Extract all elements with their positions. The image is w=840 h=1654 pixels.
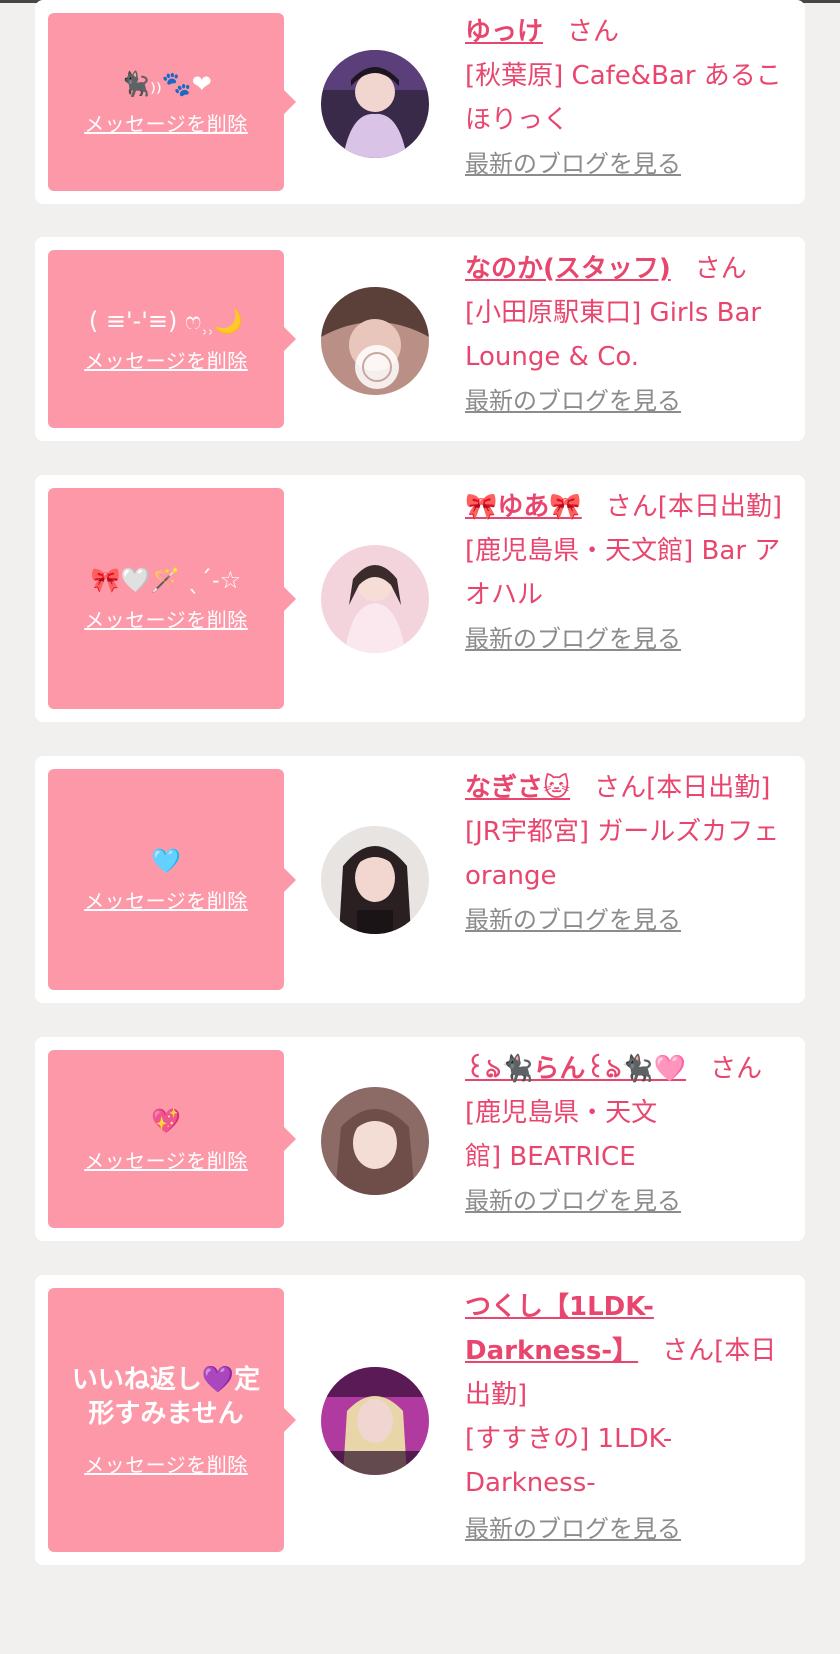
delete-message-link[interactable]: メッセージを削除 — [84, 1449, 248, 1478]
blog-link[interactable]: 最新のブログを見る — [465, 146, 795, 182]
shop-text: [小田原駅東口] Girls Bar Lounge & Co. — [465, 298, 762, 372]
entry-info: ꒰ঌ🐈‍⬛らん꒰ঌ🐈‍⬛🩷 さん [鹿児島県・天文館] BEATRICE 最新のブ… — [465, 1047, 795, 1219]
delete-message-link[interactable]: メッセージを削除 — [84, 885, 248, 914]
blog-link[interactable]: 最新のブログを見る — [465, 1183, 795, 1219]
shop-text: [すすきの] 1LDK-Darkness- — [465, 1424, 673, 1498]
avatar[interactable] — [321, 826, 429, 934]
user-name-link[interactable]: つくし【1LDK-Darkness-】 — [465, 1292, 654, 1366]
message-text: いいね返し💜定形すみません — [71, 1364, 261, 1429]
entry-info: 🎀ゆあ🎀 さん[本日出勤] [鹿児島県・天文館] Bar アオハル 最新のブログを… — [465, 485, 795, 657]
blog-link[interactable]: 最新のブログを見る — [465, 383, 795, 419]
shop-text: [鹿児島県・天文館] BEATRICE — [465, 1098, 658, 1172]
entry-info: なのか(スタッフ) さん [小田原駅東口] Girls Bar Lounge & … — [465, 247, 795, 419]
message-card: 💖 メッセージを削除 ꒰ঌ🐈‍⬛らん꒰ঌ🐈‍⬛🩷 さん [鹿児島県・天文館] BE… — [35, 1037, 805, 1241]
user-name-link[interactable]: ꒰ঌ🐈‍⬛らん꒰ঌ🐈‍⬛🩷 — [465, 1054, 686, 1084]
user-name-link[interactable]: 🎀ゆあ🎀 — [465, 492, 582, 522]
message-card: 🩵 メッセージを削除 なぎさ🐱 さん[本日出勤] [JR宇都宮] ガールズカフェ … — [35, 756, 805, 1003]
entry-info: なぎさ🐱 さん[本日出勤] [JR宇都宮] ガールズカフェ orange 最新のブ… — [465, 766, 795, 938]
avatar[interactable] — [321, 50, 429, 158]
delete-message-link[interactable]: メッセージを削除 — [84, 108, 248, 137]
message-text: ( ≡'-'≡) ෆ⸒⸒🌙 — [88, 306, 244, 335]
user-name-link[interactable]: なぎさ🐱 — [465, 773, 570, 803]
avatar[interactable] — [321, 1087, 429, 1195]
message-bubble: 🎀🤍🪄 ˎˊ˗☆ メッセージを削除 — [48, 488, 296, 709]
blog-link[interactable]: 最新のブログを見る — [465, 1511, 795, 1547]
shop-text: [鹿児島県・天文館] Bar アオハル — [465, 536, 781, 610]
delete-message-link[interactable]: メッセージを削除 — [84, 345, 248, 374]
message-card: いいね返し💜定形すみません メッセージを削除 つくし【1LDK-Darkness… — [35, 1275, 805, 1565]
suffix-text: さん — [567, 17, 620, 47]
user-name-link[interactable]: なのか(スタッフ) — [465, 254, 671, 284]
message-bubble: 💖 メッセージを削除 — [48, 1050, 296, 1228]
message-card: 🐈‍⬛₎₎🐾❤ メッセージを削除 ゆっけ さん [秋葉原] Cafe&Bar ある… — [35, 0, 805, 204]
avatar[interactable] — [321, 287, 429, 395]
message-bubble: ( ≡'-'≡) ෆ⸒⸒🌙 メッセージを削除 — [48, 250, 296, 428]
message-card: ( ≡'-'≡) ෆ⸒⸒🌙 メッセージを削除 なのか(スタッフ) さん [小田原駅… — [35, 237, 805, 441]
message-bubble: いいね返し💜定形すみません メッセージを削除 — [48, 1288, 296, 1552]
message-text: 💖 — [151, 1106, 181, 1135]
message-text: 🎀🤍🪄 ˎˊ˗☆ — [90, 566, 242, 594]
message-card: 🎀🤍🪄 ˎˊ˗☆ メッセージを削除 🎀ゆあ🎀 さん[本日出勤] [鹿児島県・天文館… — [35, 475, 805, 722]
blog-link[interactable]: 最新のブログを見る — [465, 902, 795, 938]
avatar[interactable] — [321, 545, 429, 653]
suffix-text: さん — [694, 254, 747, 284]
entry-info: つくし【1LDK-Darkness-】 さん[本日出勤] [すすきの] 1LDK-… — [465, 1285, 795, 1547]
entry-info: ゆっけ さん [秋葉原] Cafe&Bar あるこほりっく 最新のブログを見る — [465, 10, 795, 182]
message-bubble: 🐈‍⬛₎₎🐾❤ メッセージを削除 — [48, 13, 296, 191]
suffix-text: さん[本日出勤] — [605, 492, 783, 522]
message-bubble: 🩵 メッセージを削除 — [48, 769, 296, 990]
message-text: 🐈‍⬛₎₎🐾❤ — [120, 69, 212, 98]
suffix-text: さん — [710, 1054, 763, 1084]
avatar[interactable] — [321, 1367, 429, 1475]
message-text: 🩵 — [151, 847, 181, 875]
suffix-text: さん[本日出勤] — [594, 773, 771, 803]
delete-message-link[interactable]: メッセージを削除 — [84, 1145, 248, 1174]
blog-link[interactable]: 最新のブログを見る — [465, 621, 795, 657]
delete-message-link[interactable]: メッセージを削除 — [84, 604, 248, 633]
shop-text: [秋葉原] Cafe&Bar あるこほりっく — [465, 61, 782, 135]
user-name-link[interactable]: ゆっけ — [465, 17, 543, 47]
shop-text: [JR宇都宮] ガールズカフェ orange — [465, 817, 780, 891]
